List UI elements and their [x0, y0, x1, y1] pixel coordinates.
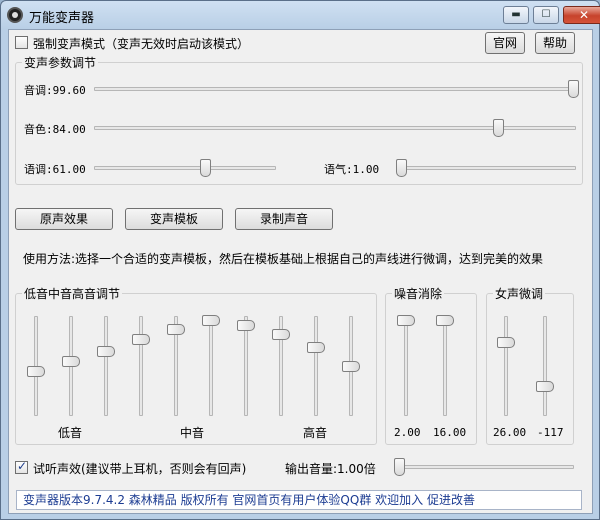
output-volume-slider-thumb[interactable]: [394, 458, 405, 476]
tone-label: 语气:1.00: [324, 163, 380, 176]
female-slider-2-thumb[interactable]: [536, 380, 554, 392]
window-title: 万能变声器: [29, 11, 95, 26]
close-button[interactable]: ✕: [563, 6, 600, 24]
eq-band-slider-10[interactable]: [342, 316, 360, 416]
noise-value-2: 16.00: [433, 426, 467, 439]
status-bar: 变声器版本9.7.4.2 森林精品 版权所有 官网首页有用户体验QQ群 欢迎加入…: [16, 490, 582, 510]
output-volume-slider[interactable]: [394, 458, 574, 476]
eq-band-thumb-6[interactable]: [202, 314, 220, 326]
speed-label: 语调:61.00: [24, 163, 86, 176]
tone-slider-thumb[interactable]: [396, 159, 407, 177]
help-button[interactable]: 帮助: [535, 32, 575, 54]
eq-band-thumb-8[interactable]: [272, 328, 290, 340]
eq-band-thumb-9[interactable]: [307, 342, 325, 354]
eq-band-thumb-2[interactable]: [62, 356, 80, 368]
force-mode-label: 强制变声模式（变声无效时启动该模式）: [33, 37, 250, 51]
eq-band-thumb-1[interactable]: [27, 365, 45, 377]
female-tune-group: 女声微调 26.00 -117: [486, 285, 574, 445]
equalizer-group: 低音中音高音调节 低音 中音 高音: [15, 285, 377, 445]
title-bar[interactable]: 万能变声器 ▬ ☐ ✕: [1, 1, 600, 29]
force-mode-checkbox[interactable]: [15, 36, 28, 49]
timbre-slider-thumb[interactable]: [493, 119, 505, 137]
female-tune-title: 女声微调: [493, 285, 546, 302]
eq-band-slider-7[interactable]: [237, 316, 255, 416]
voice-template-button[interactable]: 变声模板: [125, 208, 223, 230]
female-value-1: 26.00: [493, 426, 527, 439]
noise-slider-2-thumb[interactable]: [436, 314, 454, 326]
pitch-slider[interactable]: [94, 80, 580, 98]
treble-label: 高音: [303, 426, 328, 440]
noise-value-1: 2.00: [394, 426, 421, 439]
record-voice-button[interactable]: 录制声音: [235, 208, 333, 230]
eq-band-slider-3[interactable]: [97, 316, 115, 416]
eq-band-thumb-10[interactable]: [342, 361, 360, 372]
voice-params-title: 变声参数调节: [22, 54, 99, 71]
eq-band-slider-9[interactable]: [307, 316, 325, 416]
eq-band-slider-2[interactable]: [62, 316, 80, 416]
voice-params-group: 变声参数调节 音调:99.60 音色:84.00 语调:61.00 语气:1.0…: [15, 54, 583, 185]
mid-label: 中音: [180, 426, 205, 440]
bass-label: 低音: [58, 426, 83, 440]
noise-slider-2[interactable]: [436, 314, 454, 416]
maximize-button[interactable]: ☐: [533, 6, 559, 24]
eq-band-slider-8[interactable]: [272, 316, 290, 416]
eq-band-slider-6[interactable]: [202, 314, 220, 416]
headphones-icon: [7, 7, 23, 23]
female-value-2: -117: [537, 426, 564, 439]
pitch-slider-thumb[interactable]: [568, 80, 580, 98]
eq-band-thumb-5[interactable]: [167, 323, 185, 335]
app-window: 万能变声器 ▬ ☐ ✕ 强制变声模式（变声无效时启动该模式） 官网 帮助 变声参…: [0, 0, 600, 520]
eq-band-thumb-3[interactable]: [97, 346, 115, 358]
eq-band-slider-4[interactable]: [132, 316, 150, 416]
eq-band-slider-1[interactable]: [27, 316, 45, 416]
original-effect-button[interactable]: 原声效果: [15, 208, 113, 230]
timbre-label: 音色:84.00: [24, 123, 86, 136]
eq-band-thumb-7[interactable]: [237, 319, 255, 331]
pitch-label: 音调:99.60: [24, 84, 86, 97]
monitor-label: 试听声效(建议带上耳机，否则会有回声): [33, 462, 247, 476]
female-slider-1[interactable]: [497, 316, 515, 416]
main-panel: 强制变声模式（变声无效时启动该模式） 官网 帮助 变声参数调节 音调:99.60…: [8, 29, 593, 514]
eq-band-thumb-4[interactable]: [132, 333, 150, 345]
noise-reduction-group: 噪音消除 2.00 16.00: [385, 285, 477, 445]
speed-slider-thumb[interactable]: [199, 159, 211, 177]
speed-slider[interactable]: [94, 159, 276, 177]
noise-slider-1-thumb[interactable]: [397, 314, 415, 326]
noise-slider-1[interactable]: [397, 314, 415, 416]
noise-reduction-title: 噪音消除: [392, 285, 445, 302]
timbre-slider[interactable]: [94, 119, 576, 137]
official-site-button[interactable]: 官网: [485, 32, 525, 54]
tone-slider[interactable]: [396, 159, 576, 177]
monitor-checkbox[interactable]: [15, 459, 28, 474]
female-slider-2[interactable]: [536, 316, 554, 416]
minimize-button[interactable]: ▬: [503, 6, 529, 24]
eq-band-slider-5[interactable]: [167, 316, 185, 416]
usage-instructions: 使用方法:选择一个合适的变声模板，然后在模板基础上根据自己的声线进行微调，达到完…: [23, 252, 544, 266]
female-slider-1-thumb[interactable]: [497, 336, 515, 348]
equalizer-title: 低音中音高音调节: [22, 285, 123, 302]
output-volume-label: 输出音量:1.00倍: [285, 462, 376, 476]
